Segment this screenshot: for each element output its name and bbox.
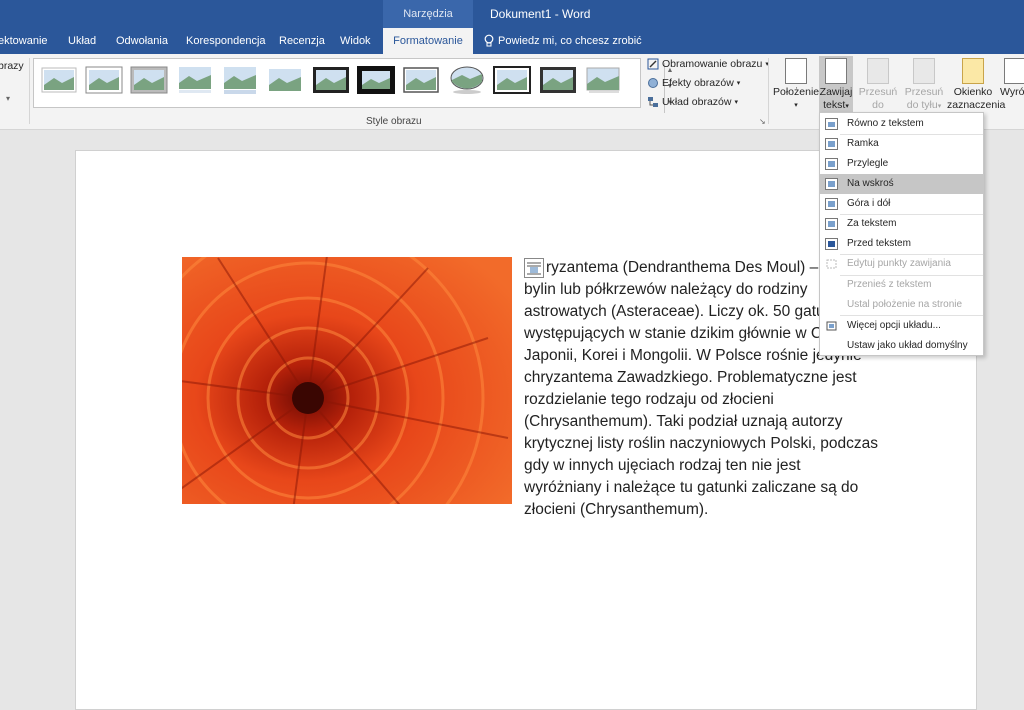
- menu-item-through[interactable]: Na wskroś: [820, 174, 983, 194]
- menu-item-in-line[interactable]: Równo z tekstem: [820, 114, 983, 134]
- picture-layout-icon: [648, 97, 658, 107]
- send-backward-label-line2: do tyłu: [906, 99, 938, 111]
- body-text-line: występujących w stanie dzikim głównie w …: [524, 325, 823, 342]
- menu-item-move-with-text[interactable]: Przenieś z tekstem: [820, 275, 983, 295]
- picture-style-thumbnail[interactable]: [221, 65, 259, 95]
- wrap-inline-icon: [825, 118, 838, 130]
- wrap-text-button[interactable]: Zawijaj tekst▾: [819, 56, 853, 113]
- dialog-launcher-icon[interactable]: ↘: [759, 117, 766, 126]
- body-text-line: rozdzielanie tego rodzaju od złocieni: [524, 391, 774, 408]
- wrap-top-bottom-icon: [825, 198, 838, 210]
- bring-forward-icon: [867, 58, 889, 84]
- wrap-front-icon: [825, 238, 838, 250]
- wrap-text-label-line1: Zawijaj: [819, 86, 853, 98]
- picture-style-thumbnail[interactable]: [357, 65, 395, 95]
- wrap-square-icon: [825, 138, 838, 150]
- tab-references[interactable]: Odwołania: [116, 28, 168, 54]
- menu-item-more-layout-options[interactable]: Więcej opcji układu...: [820, 316, 983, 336]
- more-layout-options-icon: [826, 321, 837, 331]
- wrap-text-label-line2: tekst: [823, 99, 846, 111]
- selection-pane-button[interactable]: Okienko zaznaczenia: [947, 56, 1006, 112]
- picture-style-thumbnail[interactable]: [266, 65, 304, 95]
- align-label: Wyró: [1000, 86, 1024, 98]
- dropdown-arrow-icon[interactable]: ▾: [6, 94, 10, 103]
- picture-border-label: Obramowanie obrazu: [662, 58, 763, 70]
- group-divider: [768, 58, 769, 124]
- ribbon-tab-bar: ektowanie Układ Odwołania Korespondencja…: [0, 28, 1024, 54]
- group-divider: [29, 58, 30, 124]
- position-button[interactable]: Położenie ▾: [773, 56, 819, 112]
- picture-style-thumbnail[interactable]: [448, 65, 486, 95]
- position-label: Położenie: [773, 86, 820, 98]
- picture-style-thumbnail[interactable]: [130, 65, 168, 95]
- edit-wrap-points-icon: [826, 259, 837, 269]
- body-text-line: astrowatych (Asteraceae). Liczy ok. 50 g…: [524, 303, 834, 320]
- menu-item-in-front[interactable]: Przed tekstem: [820, 234, 983, 254]
- position-icon: [785, 58, 807, 84]
- left-stub-command[interactable]: brazy: [0, 60, 24, 72]
- selection-pane-icon: [962, 58, 984, 84]
- body-text-line: krytycznej listy roślin naczyniowych Pol…: [524, 435, 879, 452]
- body-text-line: bylin lub półkrzewów należący do rodziny: [524, 281, 808, 298]
- picture-style-thumbnail[interactable]: [176, 65, 214, 95]
- layout-options-icon[interactable]: [524, 258, 544, 278]
- body-text-line: złocieni (Chrysanthemum).: [524, 501, 709, 518]
- selection-pane-label-line2: zaznaczenia: [947, 99, 1006, 111]
- send-backward-icon: [913, 58, 935, 84]
- body-text-line: (Chrysanthemum). Taki podział uznają aut…: [524, 413, 843, 430]
- pencil-border-icon: [647, 58, 659, 70]
- window-title: Dokument1 - Word: [490, 7, 591, 21]
- wrap-through-icon: [825, 178, 838, 190]
- picture-tools-context-label: Narzędzia obrazów: [383, 0, 473, 48]
- wrap-tight-icon: [825, 158, 838, 170]
- menu-item-behind-text[interactable]: Za tekstem: [820, 214, 983, 234]
- body-text-line: gdy w innych ujęciach rodzaj ten nie jes…: [524, 457, 801, 474]
- send-backward-button[interactable]: Przesuń do tyłu▾: [901, 56, 947, 113]
- send-backward-label-line1: Przesuń: [904, 86, 944, 98]
- tab-layout[interactable]: Układ: [68, 28, 96, 54]
- wrap-behind-icon: [825, 218, 838, 230]
- menu-item-top-bottom[interactable]: Góra i dół: [820, 194, 983, 214]
- picture-layout-label: Układ obrazów: [662, 96, 732, 108]
- align-button[interactable]: Wyró: [1000, 56, 1024, 99]
- menu-item-tight[interactable]: Przylegle: [820, 154, 983, 174]
- picture-style-thumbnail[interactable]: [584, 65, 622, 95]
- align-icon: [1004, 58, 1024, 84]
- picture-style-thumbnail[interactable]: [40, 65, 78, 95]
- picture-border-button[interactable]: Obramowanie obrazu▾: [647, 58, 769, 70]
- picture-layout-button[interactable]: Układ obrazów ▾: [647, 96, 738, 108]
- chrysanthemum-image[interactable]: [182, 257, 512, 504]
- menu-item-set-default-layout[interactable]: Ustaw jako układ domyślny: [820, 336, 983, 356]
- wrap-text-icon: [825, 58, 847, 84]
- picture-styles-group-label: Style obrazu: [366, 116, 422, 127]
- picture-style-thumbnail[interactable]: [539, 65, 577, 95]
- body-text-line: chryzantema Zawadzkiego. Problematyczne …: [524, 369, 857, 386]
- picture-effects-label: Efekty obrazów: [662, 77, 734, 89]
- picture-style-thumbnail[interactable]: [312, 65, 350, 95]
- body-text-line: ryzantema (Dendranthema Des Moul) – r: [546, 259, 828, 276]
- picture-style-thumbnail[interactable]: [85, 65, 123, 95]
- picture-effects-button[interactable]: Efekty obrazów ▾: [647, 77, 740, 89]
- body-text-line: Japonii, Korei i Mongolii. W Polsce rośn…: [524, 347, 862, 364]
- tab-review[interactable]: Recenzja: [279, 28, 325, 54]
- picture-style-thumbnail[interactable]: [402, 65, 440, 95]
- picture-style-thumbnail[interactable]: [493, 65, 531, 95]
- bring-forward-label-line1: Przesuń do: [858, 86, 898, 111]
- wrap-text-menu: Równo z tekstem Ramka Przylegle Na wskro…: [819, 112, 984, 356]
- picture-styles-gallery[interactable]: ▲ ▼ ▾: [33, 58, 673, 113]
- menu-item-edit-wrap-points[interactable]: Edytuj punkty zawijania: [820, 254, 983, 274]
- tab-mailings[interactable]: Korespondencja: [186, 28, 266, 54]
- lightbulb-icon: [484, 34, 494, 47]
- tab-design[interactable]: ektowanie: [0, 28, 48, 54]
- tab-format[interactable]: Formatowanie: [383, 28, 473, 54]
- body-text-line: wyróżniany i należące tu gatunki zalicza…: [524, 479, 859, 496]
- menu-item-square[interactable]: Ramka: [820, 134, 983, 154]
- tell-me-label: Powiedz mi, co chcesz zrobić: [498, 35, 642, 47]
- effects-icon: [648, 78, 658, 88]
- title-bar: Narzędzia obrazów Dokument1 - Word: [0, 0, 1024, 48]
- selection-pane-label-line1: Okienko: [953, 86, 993, 98]
- menu-item-fix-position[interactable]: Ustal położenie na stronie: [820, 295, 983, 315]
- tab-view[interactable]: Widok: [340, 28, 371, 54]
- tell-me-search[interactable]: Powiedz mi, co chcesz zrobić: [484, 28, 642, 54]
